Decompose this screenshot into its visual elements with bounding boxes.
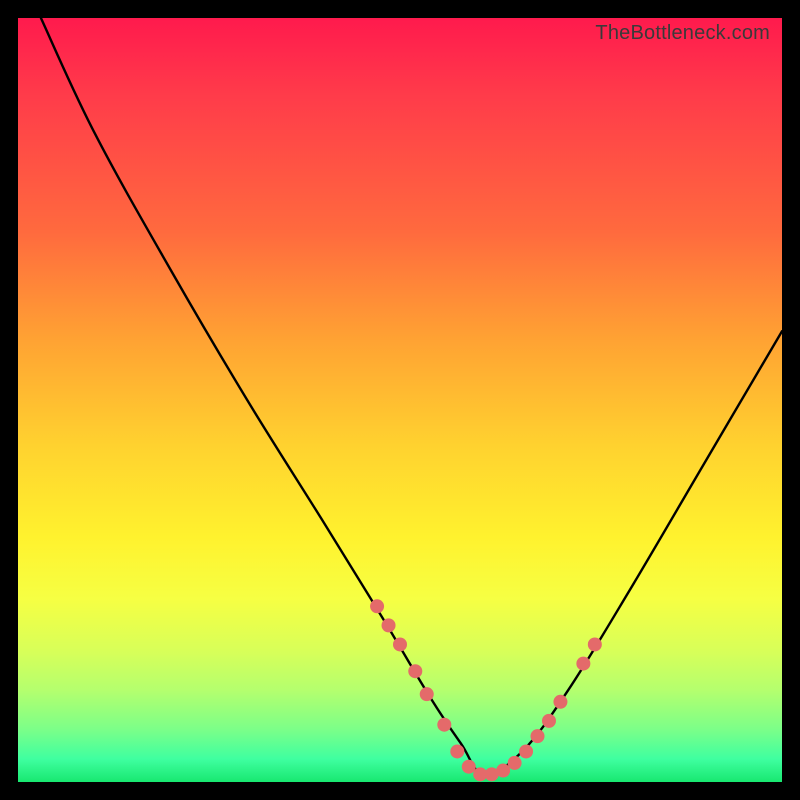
marker-dot bbox=[462, 760, 476, 774]
marker-dot bbox=[531, 729, 545, 743]
marker-dot bbox=[370, 599, 384, 613]
marker-dot bbox=[588, 637, 602, 651]
marker-dot bbox=[576, 657, 590, 671]
marker-dot bbox=[553, 695, 567, 709]
marker-dot bbox=[437, 718, 451, 732]
marker-dot bbox=[420, 687, 434, 701]
bottleneck-curve bbox=[41, 18, 782, 774]
marker-dot bbox=[542, 714, 556, 728]
marker-dot bbox=[473, 767, 487, 781]
chart-frame: TheBottleneck.com bbox=[0, 0, 800, 800]
marker-dot bbox=[393, 637, 407, 651]
marker-dot bbox=[408, 664, 422, 678]
curve-layer bbox=[18, 18, 782, 782]
marker-dot bbox=[382, 618, 396, 632]
plot-area: TheBottleneck.com bbox=[18, 18, 782, 782]
marker-dot bbox=[450, 744, 464, 758]
marker-dot bbox=[508, 756, 522, 770]
marker-dot bbox=[485, 767, 499, 781]
marker-dot bbox=[519, 744, 533, 758]
marker-dot bbox=[496, 764, 510, 778]
watermark-text: TheBottleneck.com bbox=[595, 22, 770, 45]
optimal-markers bbox=[370, 599, 602, 781]
